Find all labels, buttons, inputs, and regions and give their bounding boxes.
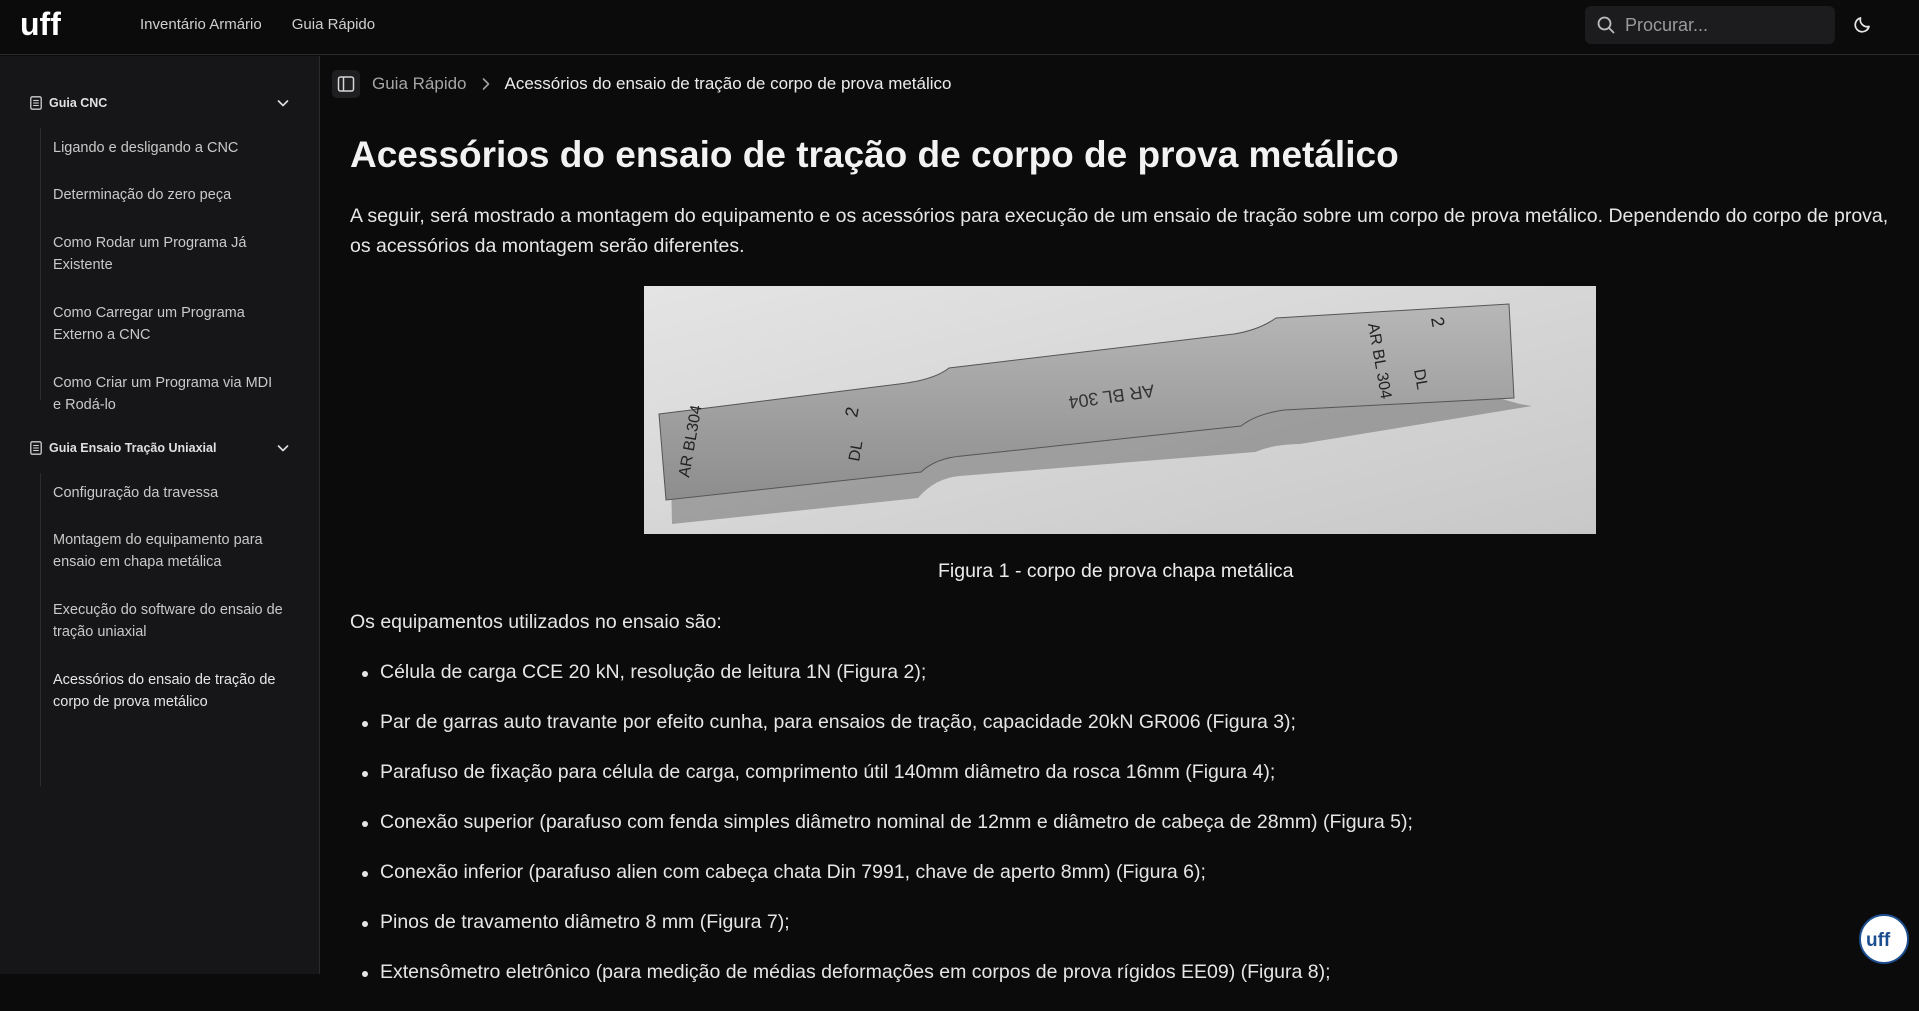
sidebar-list-guia-cnc: Ligando e desligando a CNC Determinação …	[40, 128, 290, 413]
nav-inventario[interactable]: Inventário Armário	[140, 16, 262, 33]
search-input[interactable]	[1625, 14, 1825, 36]
list-item: Par de garras auto travante por efeito c…	[350, 711, 1413, 761]
list-item: Conexão inferior (parafuso alien com cab…	[350, 861, 1413, 911]
specimen-illustration: AR BL304 2 DL AR BL 304 AR BL 304 2 DL	[644, 286, 1596, 534]
section-title: Guia Ensaio Tração Uniaxial	[49, 441, 217, 455]
chevron-down-icon[interactable]	[276, 441, 290, 455]
fab-logo-text: uff	[1866, 930, 1891, 951]
intro-paragraph: A seguir, será mostrado a montagem do eq…	[350, 205, 1889, 257]
sidebar-item-zero-peca[interactable]: Determinação do zero peça	[53, 184, 283, 206]
list-item: Parafuso de fixação para célula de carga…	[350, 761, 1413, 811]
sidebar-list-ensaio-tracao: Configuração da travessa Montagem do equ…	[40, 473, 290, 786]
sidebar-section-guia-cnc[interactable]: Guia CNC	[30, 96, 290, 110]
specimen-mark: DL	[1410, 368, 1430, 391]
search-icon	[1597, 16, 1615, 34]
specimen-photo: AR BL304 2 DL AR BL 304 AR BL 304 2 DL	[644, 286, 1596, 534]
document-icon	[30, 441, 42, 455]
uff-logo[interactable]: uff	[20, 9, 80, 41]
top-bar: uff Inventário Armário Guia Rápido	[0, 0, 1919, 55]
chevron-down-icon[interactable]	[276, 96, 290, 110]
sidebar-panel-icon	[337, 76, 355, 92]
sidebar-item-montagem[interactable]: Montagem do equipamento para ensaio em c…	[53, 529, 283, 573]
search-box[interactable]	[1585, 6, 1835, 44]
sidebar-item-execucao-software[interactable]: Execução do software do ensaio de tração…	[53, 599, 283, 643]
page-title: Acessórios do ensaio de tração de corpo …	[350, 134, 1399, 175]
logo-text: uff	[20, 9, 61, 41]
document-icon	[30, 96, 42, 110]
sidebar-item-ligando[interactable]: Ligando e desligando a CNC	[53, 137, 283, 159]
sidebar: Guia CNC Ligando e desligando a CNC Dete…	[0, 56, 320, 974]
uff-logo-icon: uff	[1866, 930, 1891, 951]
sidebar-item-acessorios[interactable]: Acessórios do ensaio de tração de corpo …	[53, 669, 283, 713]
section-title: Guia CNC	[49, 96, 108, 110]
nav-guia-rapido[interactable]: Guia Rápido	[292, 16, 375, 33]
equipment-lead: Os equipamentos utilizados no ensaio são…	[350, 611, 722, 633]
equipment-list: Célula de carga CCE 20 kN, resolução de …	[350, 661, 1413, 1011]
chevron-right-icon	[482, 78, 489, 90]
sidebar-item-rodar-programa[interactable]: Como Rodar um Programa Já Existente	[53, 232, 283, 276]
specimen-mark: DL	[846, 440, 866, 463]
breadcrumb: Guia Rápido Acessórios do ensaio de traç…	[332, 70, 952, 98]
sidebar-item-criar-programa[interactable]: Como Criar um Programa via MDI e Rodá-lo	[53, 372, 283, 416]
sidebar-toggle-button[interactable]	[332, 70, 360, 98]
list-item: Extensômetro eletrônico (para medição de…	[350, 961, 1413, 1011]
list-item: Célula de carga CCE 20 kN, resolução de …	[350, 661, 1413, 711]
main-content: Guia Rápido Acessórios do ensaio de traç…	[322, 56, 1919, 983]
list-item: Conexão superior (parafuso com fenda sim…	[350, 811, 1413, 861]
sidebar-section-ensaio-tracao[interactable]: Guia Ensaio Tração Uniaxial	[30, 441, 290, 455]
top-nav: Inventário Armário Guia Rápido	[140, 16, 375, 33]
breadcrumb-parent[interactable]: Guia Rápido	[372, 74, 467, 94]
uff-chat-button[interactable]: uff	[1859, 914, 1909, 964]
breadcrumb-current: Acessórios do ensaio de tração de corpo …	[504, 74, 952, 93]
figure-caption: Figura 1 - corpo de prova chapa metálica	[938, 560, 1294, 582]
sidebar-item-carregar-programa[interactable]: Como Carregar um Programa Externo a CNC	[53, 302, 283, 346]
moon-icon[interactable]	[1852, 13, 1874, 35]
list-item: Pinos de travamento diâmetro 8 mm (Figur…	[350, 911, 1413, 961]
sidebar-item-travessa[interactable]: Configuração da travessa	[53, 482, 283, 504]
